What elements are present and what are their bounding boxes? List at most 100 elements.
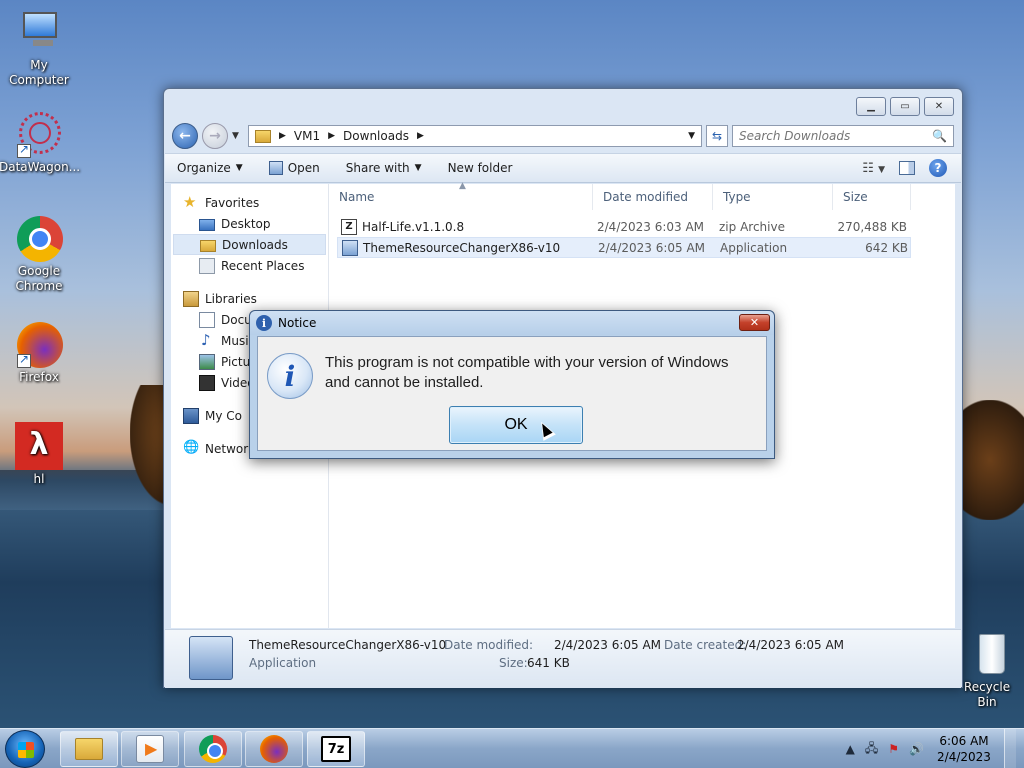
refresh-button[interactable]: ⇆	[706, 125, 728, 147]
new-folder-button[interactable]: New folder	[448, 161, 513, 175]
chevron-down-icon: ▼	[878, 164, 885, 175]
taskbar-app-7-zip[interactable]: 7z	[307, 731, 365, 767]
clock-time: 6:06 AM	[939, 734, 989, 748]
file-date: 2/4/2023 6:03 AM	[597, 219, 705, 234]
dialog-message: This program is not compatible with your…	[325, 353, 765, 393]
show-hidden-icons-icon[interactable]: ▲	[846, 742, 855, 756]
desktop-icon-hl[interactable]: λ hl	[0, 422, 79, 487]
nav-item-label: Libraries	[205, 291, 257, 306]
media-player-icon	[136, 735, 164, 763]
breadcrumb-separator-icon[interactable]: ▶	[279, 131, 286, 141]
desktop-icon-label: hl	[33, 472, 45, 486]
details-modified-label: Date modified:	[444, 638, 534, 652]
desktop-icon-my-computer[interactable]: My Computer	[0, 8, 79, 88]
desktop-folder-icon	[199, 218, 215, 231]
dialog-body: i This program is not compatible with yo…	[257, 336, 767, 451]
show-desktop-button[interactable]	[1004, 729, 1016, 768]
file-date: 2/4/2023 6:05 AM	[598, 240, 706, 255]
documents-icon	[199, 311, 215, 328]
address-dropdown-icon[interactable]: ▼	[688, 131, 695, 141]
maximize-icon: ▭	[900, 101, 910, 112]
breadcrumb-separator-icon[interactable]: ▶	[328, 131, 335, 141]
details-created-value: 2/4/2023 6:05 AM	[737, 638, 845, 652]
taskbar-app-media-player[interactable]	[121, 731, 179, 767]
nav-item-label: Recent Places	[221, 258, 305, 273]
taskbar-app-firefox[interactable]	[245, 731, 303, 767]
forward-button[interactable]: →	[202, 123, 228, 149]
chrome-icon	[199, 735, 227, 763]
search-input[interactable]	[739, 129, 933, 143]
windows-explorer-icon	[75, 738, 103, 760]
file-row[interactable]: Z Half-Life.v1.1.0.8 2/4/2023 6:03 AM zi…	[337, 216, 911, 237]
view-controls: ☷ ▼ ?	[862, 159, 947, 177]
help-button[interactable]: ?	[929, 159, 947, 177]
desktop-icon-label: DataWagon...	[0, 160, 81, 174]
file-name: ThemeResourceChangerX86-v10	[363, 240, 561, 255]
details-file-kind: Application	[249, 656, 317, 670]
nav-item-label: Docu	[221, 312, 252, 327]
half-life-icon: λ	[15, 422, 63, 470]
star-icon	[183, 193, 199, 211]
nav-item-label: Musi	[221, 333, 249, 348]
volume-icon[interactable]: 🔊	[909, 742, 924, 756]
wallpaper-rock-right	[958, 400, 1024, 520]
computer-icon	[183, 407, 199, 424]
nav-item-favorites[interactable]: Favorites	[171, 192, 328, 213]
ok-button[interactable]: OK	[449, 406, 583, 444]
start-button[interactable]	[5, 730, 45, 768]
preview-pane-button[interactable]	[899, 161, 915, 175]
change-view-button[interactable]: ☷ ▼	[862, 161, 885, 176]
downloads-folder-icon	[200, 239, 216, 252]
file-row[interactable]: ThemeResourceChangerX86-v10 2/4/2023 6:0…	[337, 237, 911, 258]
seven-zip-icon: 7z	[321, 736, 351, 762]
breadcrumb-vm1[interactable]: VM1	[294, 129, 320, 143]
nav-item-label: Pictu	[221, 354, 251, 369]
column-header-size[interactable]: Size	[833, 184, 911, 210]
organize-button[interactable]: Organize ▼	[177, 161, 243, 175]
column-headers: ▲ Name Date modified Type Size	[329, 181, 955, 210]
chrome-icon	[15, 214, 63, 262]
search-box[interactable]: 🔍	[732, 125, 954, 147]
desktop-icon-firefox[interactable]: Firefox	[0, 320, 79, 385]
nav-item-desktop[interactable]: Desktop	[171, 213, 328, 234]
column-header-date-modified[interactable]: Date modified	[593, 184, 713, 210]
shortcut-arrow-icon	[17, 352, 31, 368]
action-center-icon[interactable]: ⚑	[888, 742, 899, 756]
details-created-label: Date created:	[664, 638, 747, 652]
back-button[interactable]: ←	[172, 123, 198, 149]
taskbar: 7z ▲ 🖧 ⚑ 🔊 6:06 AM 2/4/2023	[0, 728, 1024, 768]
sort-ascending-icon: ▲	[459, 181, 466, 191]
desktop-icon-datawagon[interactable]: DataWagon...	[0, 110, 81, 175]
search-icon[interactable]: 🔍	[932, 129, 947, 143]
taskbar-app-windows-explorer[interactable]	[60, 731, 118, 767]
breadcrumb-downloads[interactable]: Downloads	[343, 129, 409, 143]
nav-item-label: Network	[205, 441, 256, 456]
close-icon: ✕	[749, 316, 760, 329]
nav-item-libraries[interactable]: Libraries	[171, 288, 328, 309]
nav-item-downloads[interactable]: Downloads	[173, 234, 326, 255]
dialog-titlebar[interactable]: i Notice	[250, 311, 774, 335]
close-button[interactable]: ✕	[924, 97, 954, 116]
open-button[interactable]: Open	[268, 161, 320, 175]
address-bar[interactable]: ▶ VM1 ▶ Downloads ▶ ▼	[248, 125, 702, 147]
desktop-icon-google-chrome[interactable]: Google Chrome	[0, 214, 79, 294]
dialog-title: Notice	[278, 316, 317, 330]
file-name-cell: Z Half-Life.v1.1.0.8	[337, 218, 593, 235]
recent-pages-dropdown[interactable]: ▼	[232, 131, 244, 141]
dialog-close-button[interactable]: ✕	[739, 314, 770, 331]
breadcrumb-separator-icon[interactable]: ▶	[417, 131, 424, 141]
window-titlebar[interactable]: ▁ ▭ ✕	[164, 89, 962, 119]
clock[interactable]: 6:06 AM 2/4/2023	[934, 733, 994, 765]
nav-item-recent-places[interactable]: Recent Places	[171, 255, 328, 276]
minimize-icon: ▁	[867, 101, 875, 112]
maximize-button[interactable]: ▭	[890, 97, 920, 116]
minimize-button[interactable]: ▁	[856, 97, 886, 116]
details-size-value: 641 KB	[527, 656, 570, 670]
share-with-button[interactable]: Share with ▼	[346, 161, 422, 175]
taskbar-app-google-chrome[interactable]	[184, 731, 242, 767]
network-status-icon[interactable]: 🖧	[865, 739, 878, 760]
chevron-down-icon: ▼	[414, 163, 422, 173]
column-header-type[interactable]: Type	[713, 184, 833, 210]
nav-item-label: Downloads	[222, 237, 288, 252]
system-tray: ▲ 🖧 ⚑ 🔊 6:06 AM 2/4/2023	[846, 729, 1024, 768]
